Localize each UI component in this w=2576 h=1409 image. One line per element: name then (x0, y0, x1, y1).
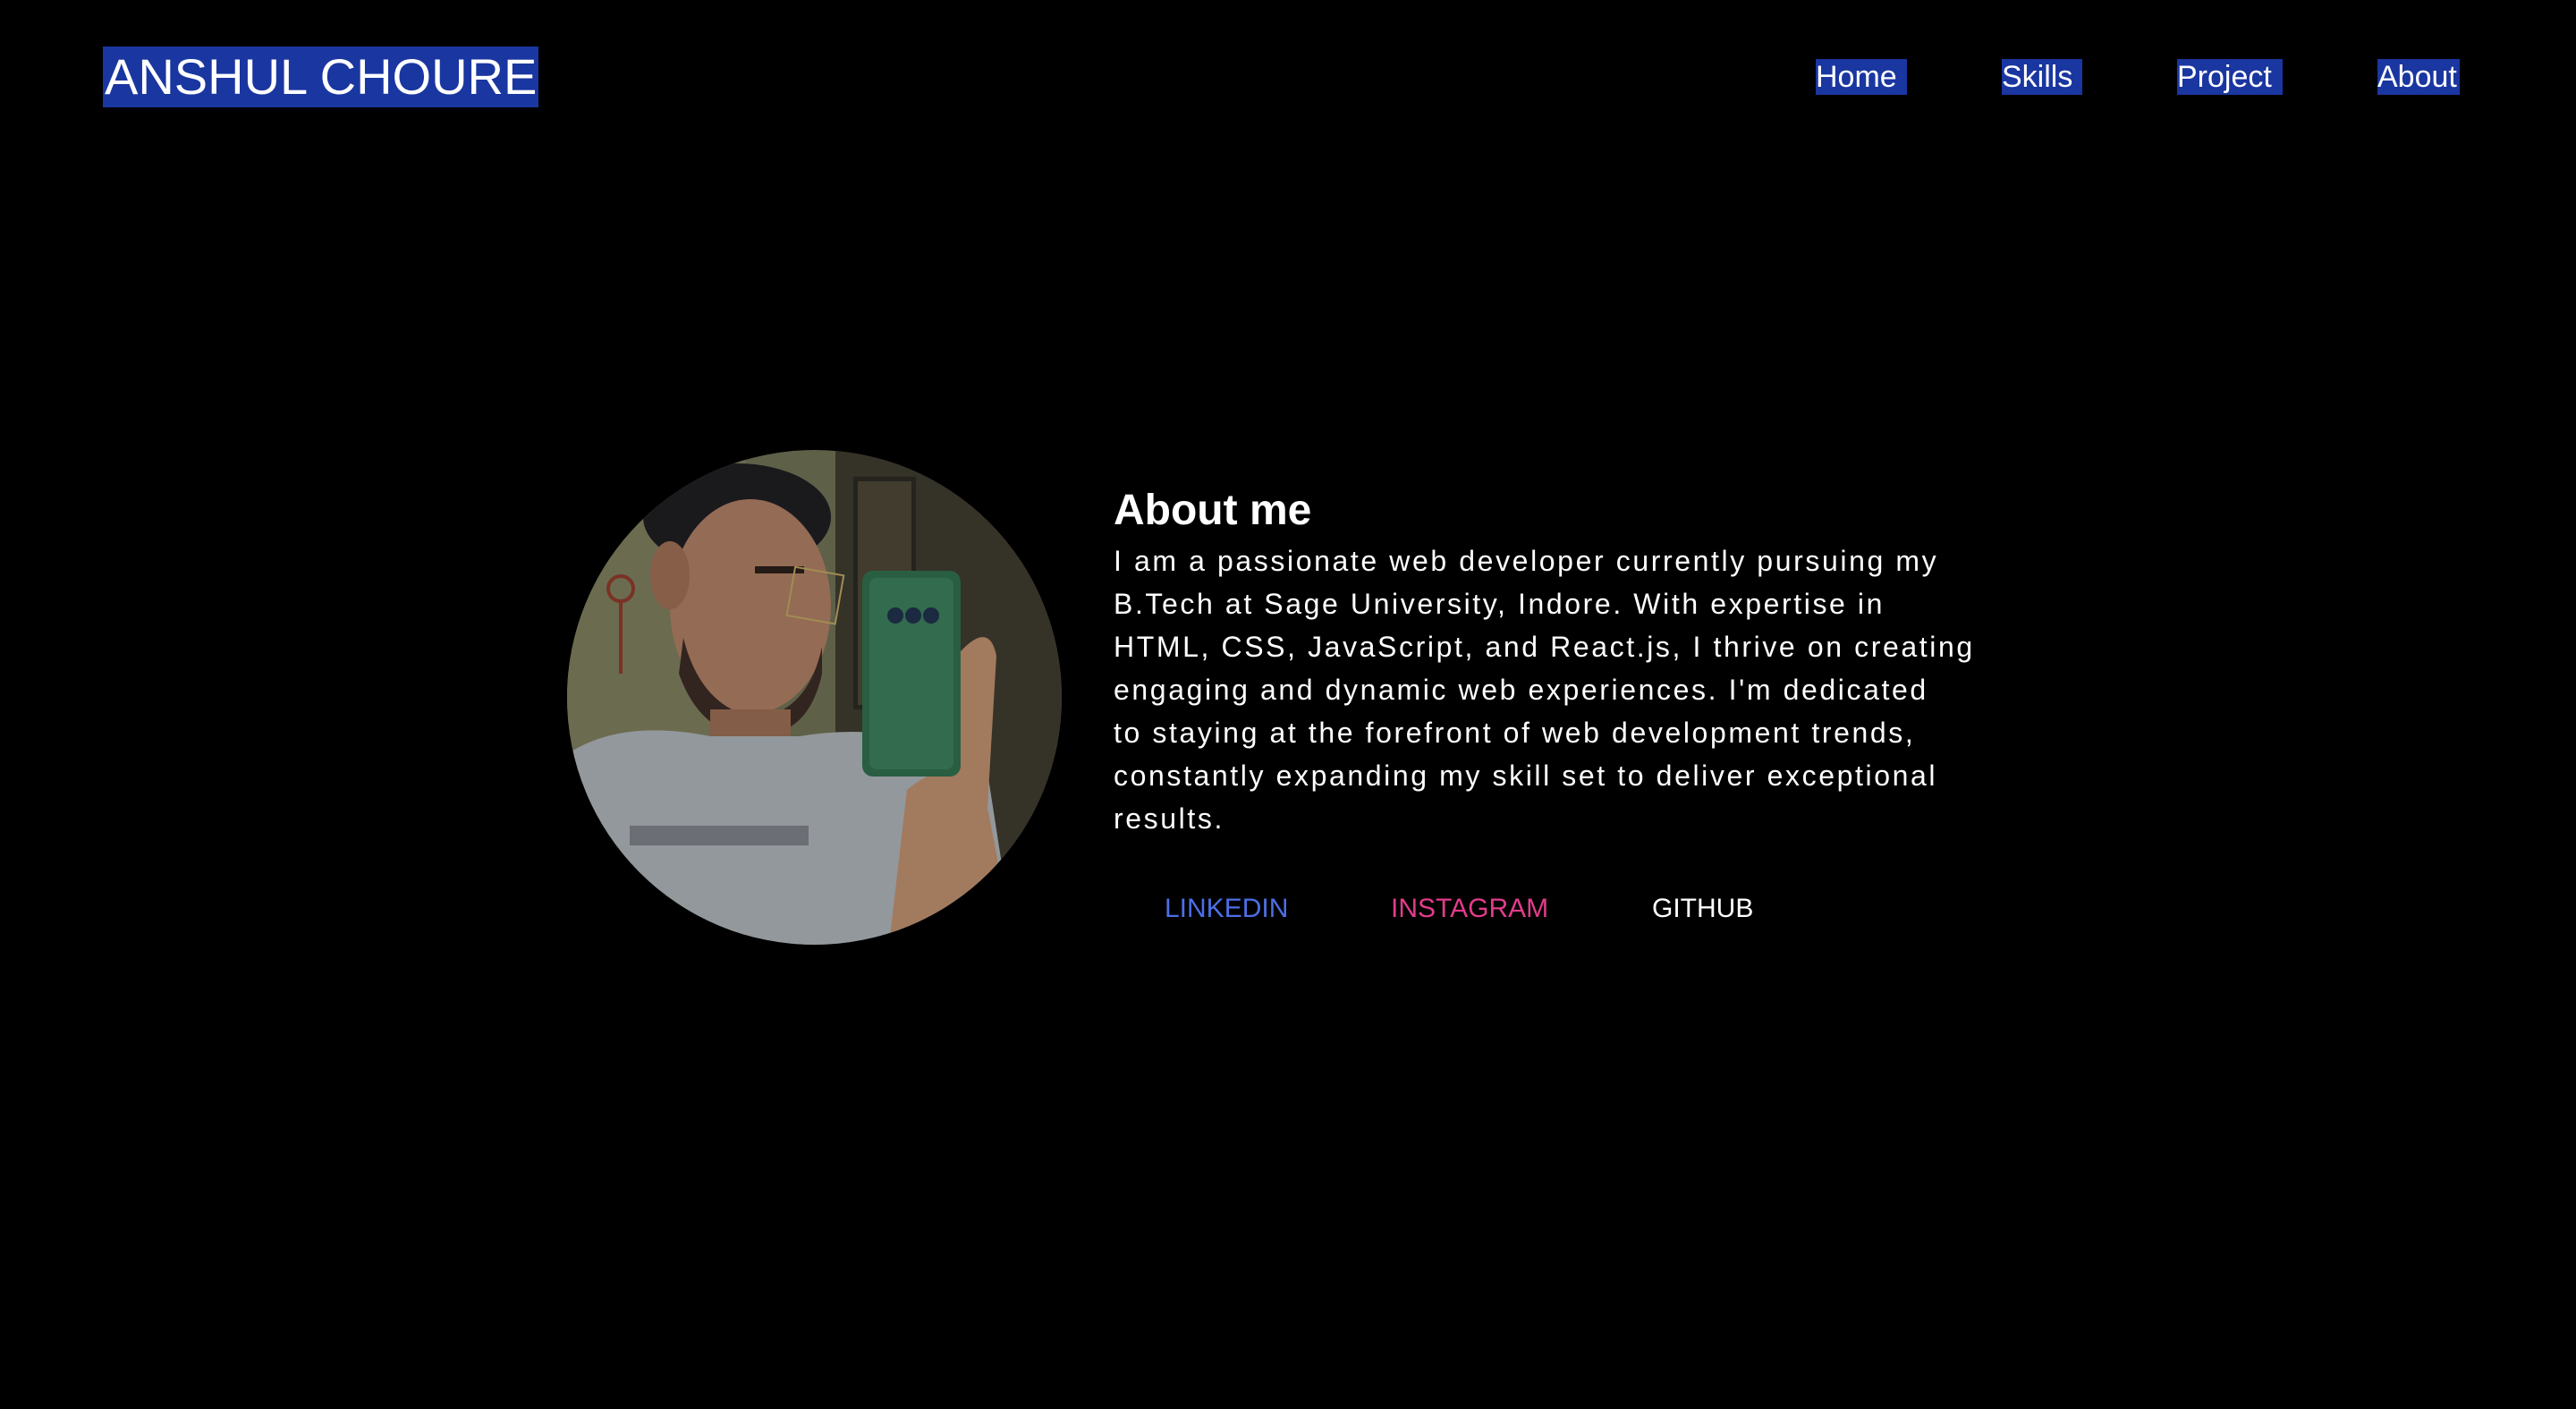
about-paragraph-line: I am a passionate web developer currentl… (1114, 545, 1939, 577)
nav-link-home[interactable]: Home (1816, 59, 1907, 95)
about-paragraph-line: results. (1114, 802, 1224, 835)
about-paragraph-line: constantly expanding my skill set to del… (1114, 760, 1938, 792)
about-title: About me (1114, 486, 1312, 534)
portfolio-page: ANSHUL CHOURE Home Skills Project About (0, 0, 2576, 1409)
github-link[interactable]: GITHUB (1652, 891, 1753, 927)
about-paragraph-line: B.Tech at Sage University, Indore. With … (1114, 588, 1885, 620)
about-paragraph: I am a passionate web developer currentl… (1114, 539, 1975, 840)
social-links: LINKEDIN INSTAGRAM GITHUB (0, 891, 2576, 927)
site-header: ANSHUL CHOURE Home Skills Project About (0, 0, 2576, 152)
profile-photo (567, 450, 1062, 945)
about-paragraph-line: HTML, CSS, JavaScript, and React.js, I t… (1114, 631, 1975, 663)
nav-link-about[interactable]: About (2377, 59, 2460, 95)
about-paragraph-line: to staying at the forefront of web devel… (1114, 717, 1916, 749)
nav-link-skills[interactable]: Skills (2002, 59, 2082, 95)
linkedin-link[interactable]: LINKEDIN (1165, 891, 1288, 927)
nav-link-project[interactable]: Project (2177, 59, 2283, 95)
about-paragraph-line: engaging and dynamic web experiences. I'… (1114, 674, 1928, 706)
instagram-link[interactable]: INSTAGRAM (1391, 891, 1548, 927)
main-nav: Home Skills Project About (0, 59, 2576, 95)
